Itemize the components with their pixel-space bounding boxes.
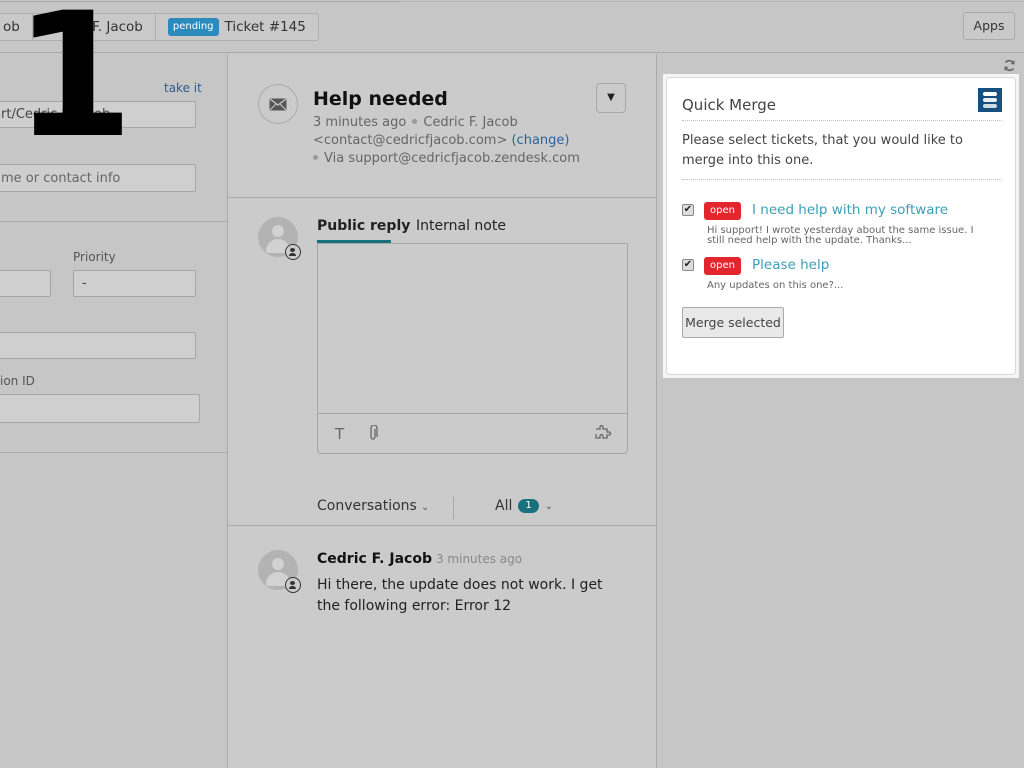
status-badge-open: open (704, 257, 741, 275)
message-author-name[interactable]: Cedric F. Jacob (317, 551, 432, 567)
conversation-divider (228, 525, 657, 526)
ticket-meta: 3 minutes ago Cedric F. Jacob <contact@ce… (313, 114, 633, 168)
id-field[interactable] (0, 394, 200, 423)
reply-editor: T (317, 243, 628, 454)
priority-field[interactable]: - (73, 270, 196, 297)
priority-value: - (82, 276, 87, 291)
chevron-down-icon: ▼ (607, 92, 615, 103)
tab-public-reply[interactable]: Public reply (317, 218, 410, 234)
tab-ticket[interactable]: pending Ticket #145 (156, 14, 318, 40)
id-field-label: ion ID (0, 374, 35, 388)
status-badge-open: open (704, 202, 741, 220)
message-body: Hi there, the update does not work. I ge… (317, 577, 603, 614)
dotted-divider (682, 179, 1002, 180)
apps-button[interactable]: Apps (963, 12, 1015, 40)
count-badge: 1 (518, 499, 539, 513)
ticket-subject: Help needed (313, 88, 448, 110)
ticket-snippet: Hi support! I wrote yesterday about the … (707, 225, 974, 246)
quick-merge-highlight: Quick Merge Please select tickets, that … (663, 74, 1019, 378)
take-it-link[interactable]: take it (164, 81, 202, 95)
filter-separator (453, 497, 454, 519)
email-channel-icon (258, 84, 298, 124)
message-author: Cedric F. Jacob 3 minutes ago (317, 551, 522, 567)
merge-ticket-link[interactable]: I need help with my software (752, 202, 948, 218)
app-title: Quick Merge (682, 96, 777, 114)
chevron-down-icon: ⌄ (544, 500, 554, 512)
change-requester-link[interactable]: (change) (511, 133, 569, 148)
message-time: 3 minutes ago (435, 552, 523, 566)
via-channel: Via support@cedricfjacob.zendesk.com (324, 151, 580, 166)
agent-role-icon (285, 244, 301, 260)
separator-dot (412, 119, 418, 124)
type-field[interactable] (0, 270, 51, 297)
apps-puzzle-icon[interactable] (595, 424, 612, 444)
conversations-label: Conversations (317, 498, 417, 514)
step-number-overlay: 1 (14, 0, 134, 176)
stack-layers-icon (978, 88, 1002, 112)
ticket-conversation-pane: Help needed 3 minutes ago Cedric F. Jacob… (228, 54, 657, 768)
merge-ticket-link[interactable]: Please help (752, 257, 829, 273)
header-divider (228, 197, 657, 198)
requester-email: <contact@cedricfjacob.com> (313, 133, 508, 148)
top-strip-divider-right (400, 0, 1024, 2)
quick-merge-app: Quick Merge Please select tickets, that … (666, 77, 1016, 375)
status-badge-pending: pending (167, 18, 219, 36)
text-format-icon[interactable]: T (335, 425, 344, 443)
separator-dot (313, 155, 318, 160)
merge-ticket-checkbox[interactable]: ✔ (682, 204, 694, 216)
all-filter[interactable]: All 1 ⌄ (495, 498, 553, 514)
app-description: Please select tickets, that you would li… (682, 133, 963, 168)
all-label: All (495, 498, 513, 514)
merge-ticket-checkbox[interactable]: ✔ (682, 259, 694, 271)
apps-panel: Quick Merge Please select tickets, that … (657, 54, 1024, 768)
ticket-options-dropdown[interactable]: ▼ (596, 83, 626, 113)
ticket-time: 3 minutes ago (313, 115, 407, 130)
priority-label: Priority (73, 250, 116, 264)
top-bar: ob Cedric F. Jacob pending Ticket #145 A… (0, 0, 1024, 53)
dotted-divider (682, 120, 1002, 121)
ticket-snippet: Any updates on this one?... (707, 280, 844, 291)
end-user-role-icon (285, 577, 301, 593)
tab-internal-note[interactable]: Internal note (416, 218, 506, 234)
custom-field[interactable] (0, 332, 196, 359)
conversations-filter[interactable]: Conversations ⌄ (317, 498, 429, 514)
sidebar-divider-bottom (0, 452, 228, 453)
tab-label: Ticket #145 (224, 19, 306, 35)
attachment-icon[interactable] (368, 424, 378, 445)
sidebar-divider (0, 221, 228, 222)
merge-selected-button[interactable]: Merge selected (682, 307, 784, 338)
reply-textarea[interactable] (318, 244, 627, 414)
requester-name: Cedric F. Jacob (423, 115, 518, 130)
chevron-down-icon: ⌄ (420, 502, 430, 513)
